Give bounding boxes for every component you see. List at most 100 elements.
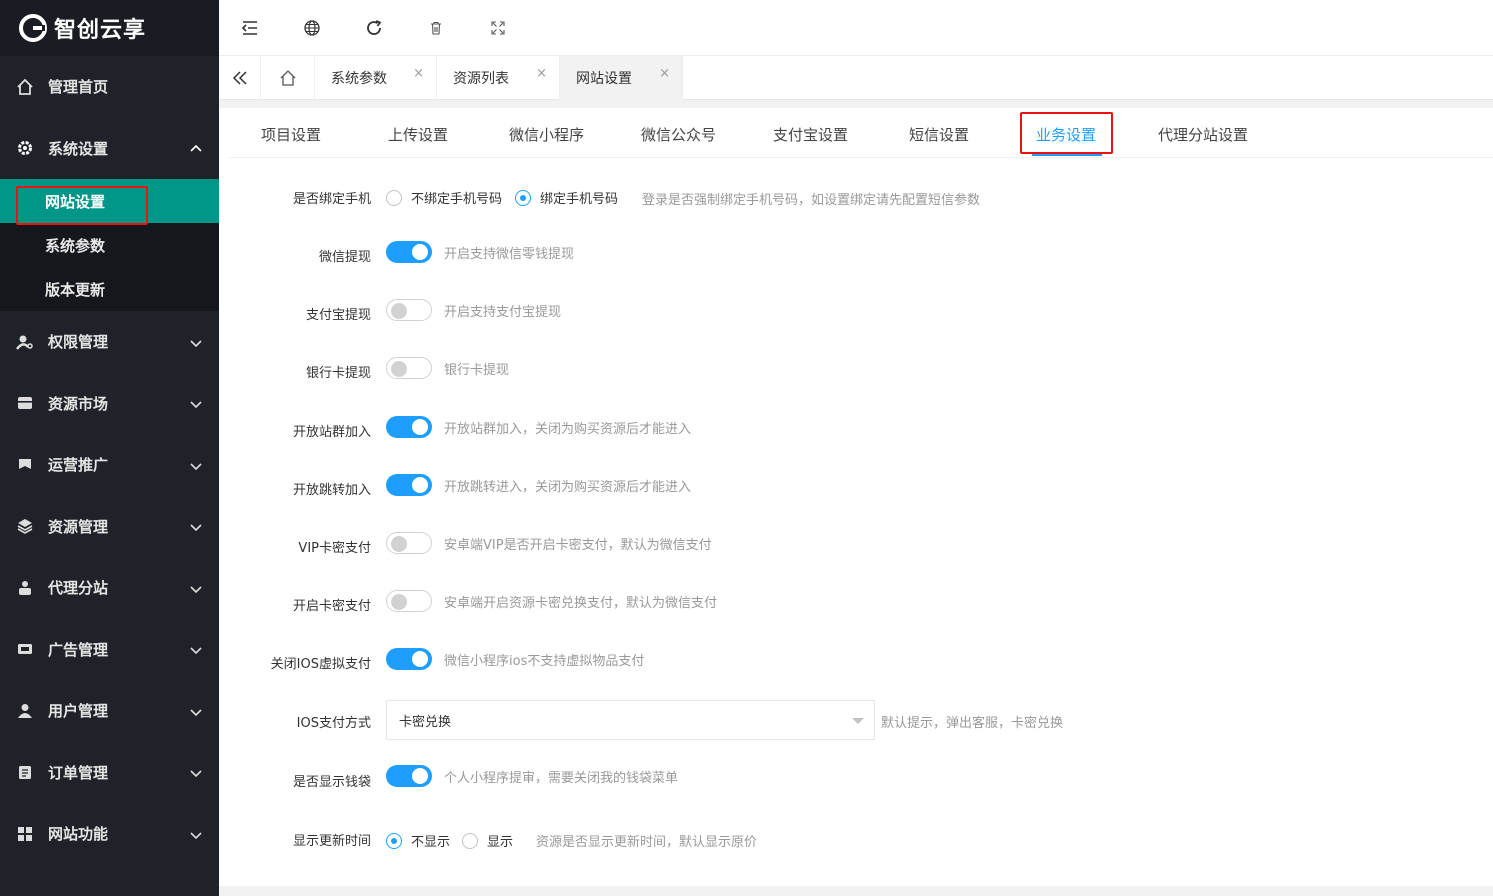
field-label: IOS支付方式: [296, 716, 371, 731]
toggle-wechat-withdraw[interactable]: [386, 241, 432, 263]
help-text: 资源是否显示更新时间，默认显示原价: [536, 835, 758, 850]
sidebar-item-label: 系统参数: [45, 236, 106, 255]
tab-sms-settings[interactable]: 短信设置: [909, 124, 969, 145]
tab-system-params[interactable]: 系统参数 ×: [315, 56, 437, 100]
chevron-down-icon: [190, 524, 202, 532]
radio-bind-phone[interactable]: 绑定手机号码: [515, 188, 618, 207]
gear-icon: [16, 139, 34, 157]
chevron-down-icon: [190, 463, 202, 470]
radio-show-update-time[interactable]: 显示: [462, 831, 513, 850]
field-label: 支付宝提现: [305, 308, 371, 323]
toggle-card-pay[interactable]: [386, 590, 432, 612]
sidebar-item-system-settings[interactable]: 系统设置: [0, 118, 219, 180]
chevron-down-icon: [190, 401, 202, 409]
fullscreen-icon: [491, 20, 505, 35]
toggle-bank-withdraw[interactable]: [386, 357, 432, 379]
chevron-down-icon: [190, 709, 202, 716]
select-value: 卡密兑换: [399, 714, 452, 730]
close-icon[interactable]: ×: [536, 66, 547, 81]
radio-unbind-phone[interactable]: 不绑定手机号码: [386, 188, 502, 207]
top-header: [219, 0, 1493, 56]
home-icon: [280, 70, 295, 86]
help-text: 安卓端开启资源卡密兑换支付，默认为微信支付: [444, 596, 718, 611]
tab-website-settings[interactable]: 网站设置 ×: [560, 56, 683, 100]
user-icon: [16, 702, 34, 720]
sidebar-item-label: 管理首页: [48, 78, 109, 97]
field-label: 是否显示钱袋: [292, 775, 371, 790]
close-icon[interactable]: ×: [659, 66, 670, 81]
brand-logo[interactable]: 智创云享: [0, 0, 219, 56]
sidebar-subitem-version-update[interactable]: 版本更新: [0, 267, 219, 311]
store-icon: [16, 394, 34, 412]
sidebar-item-label: 系统设置: [48, 139, 109, 158]
toggle-vip-card-pay[interactable]: [386, 532, 432, 554]
field-label: 开启卡密支付: [292, 599, 371, 614]
tab-project-settings[interactable]: 项目设置: [261, 124, 321, 145]
chevron-up-icon: [190, 145, 202, 152]
toggle-open-site-join[interactable]: [386, 416, 432, 438]
radio-label: 绑定手机号码: [540, 192, 619, 207]
sidebar-item-label: 用户管理: [48, 702, 109, 721]
refresh-button[interactable]: [343, 0, 405, 56]
tabs-scroll-left-button[interactable]: [219, 56, 261, 100]
tab-wechat-official[interactable]: 微信公众号: [641, 124, 716, 145]
toggle-open-jump-join[interactable]: [386, 474, 432, 496]
help-text: 银行卡提现: [444, 363, 510, 378]
home-icon: [16, 78, 34, 96]
toggle-show-wallet[interactable]: [386, 765, 432, 787]
sidebar-item-orders[interactable]: 订单管理: [0, 742, 219, 804]
sidebar-subitem-system-params[interactable]: 系统参数: [0, 223, 219, 267]
sidebar-item-resource-market[interactable]: 资源市场: [0, 373, 219, 435]
fullscreen-button[interactable]: [467, 0, 529, 56]
toggle-knob: [391, 303, 407, 319]
help-text: 登录是否强制绑定手机号码，如设置绑定请先配置短信参数: [642, 193, 981, 208]
tab-agent-site-settings[interactable]: 代理分站设置: [1158, 124, 1248, 145]
field-label: VIP卡密支付: [298, 541, 371, 556]
key-user-icon: [16, 333, 34, 351]
tab-label: 网站设置: [576, 71, 632, 87]
sidebar-item-label: 订单管理: [48, 763, 109, 782]
active-tab-indicator: [1032, 154, 1102, 156]
sidebar-item-resource-management[interactable]: 资源管理: [0, 496, 219, 558]
radio-label: 不绑定手机号码: [411, 192, 503, 207]
sidebar-item-users[interactable]: 用户管理: [0, 680, 219, 742]
settings-tabs: 项目设置 上传设置 微信小程序 微信公众号 支付宝设置 短信设置 业务设置 代理…: [228, 108, 1493, 158]
sidebar-item-permissions[interactable]: 权限管理: [0, 311, 219, 373]
tab-alipay-settings[interactable]: 支付宝设置: [773, 124, 848, 145]
tab-label: 资源列表: [453, 71, 509, 87]
sidebar-item-home[interactable]: 管理首页: [0, 56, 219, 118]
help-text: 微信小程序ios不支持虚拟物品支付: [444, 654, 645, 669]
tab-resource-list[interactable]: 资源列表 ×: [437, 56, 560, 100]
ios-pay-mode-select[interactable]: 卡密兑换: [386, 700, 875, 740]
sidebar-item-label: 权限管理: [48, 333, 109, 352]
toggle-knob: [412, 244, 428, 260]
sidebar-item-ads[interactable]: 广告管理: [0, 619, 219, 681]
close-icon[interactable]: ×: [413, 66, 424, 81]
sidebar-item-agent-sites[interactable]: 代理分站: [0, 557, 219, 619]
clear-cache-button[interactable]: [405, 0, 467, 56]
tab-upload-settings[interactable]: 上传设置: [388, 124, 448, 145]
tab-home[interactable]: [261, 56, 315, 100]
layers-icon: [16, 517, 34, 535]
radio-hide-update-time[interactable]: 不显示: [386, 831, 450, 850]
help-text: 开启支持微信零钱提现: [444, 247, 575, 262]
logo-icon: [19, 14, 47, 42]
tab-label: 系统参数: [331, 71, 387, 87]
chevron-down-icon: [190, 647, 202, 655]
menu-fold-icon: [241, 20, 257, 35]
field-label: 关闭IOS虚拟支付: [270, 657, 371, 672]
tab-wechat-miniprogram[interactable]: 微信小程序: [509, 124, 584, 145]
caret-down-icon: [852, 718, 864, 724]
sidebar-item-label: 网站功能: [48, 825, 109, 844]
chevron-down-icon: [190, 586, 202, 593]
toggle-alipay-withdraw[interactable]: [386, 299, 432, 321]
sidebar-item-operations[interactable]: 运营推广: [0, 434, 219, 496]
menu-fold-button[interactable]: [219, 0, 281, 56]
toggle-ios-virtual-pay[interactable]: [386, 648, 432, 670]
toggle-knob: [412, 477, 428, 493]
sidebar-item-site-functions[interactable]: 网站功能: [0, 803, 219, 865]
sidebar-item-label: 代理分站: [48, 579, 109, 598]
chevron-down-icon: [190, 340, 202, 347]
globe-button[interactable]: [281, 0, 343, 56]
content-gap: [219, 100, 1493, 108]
